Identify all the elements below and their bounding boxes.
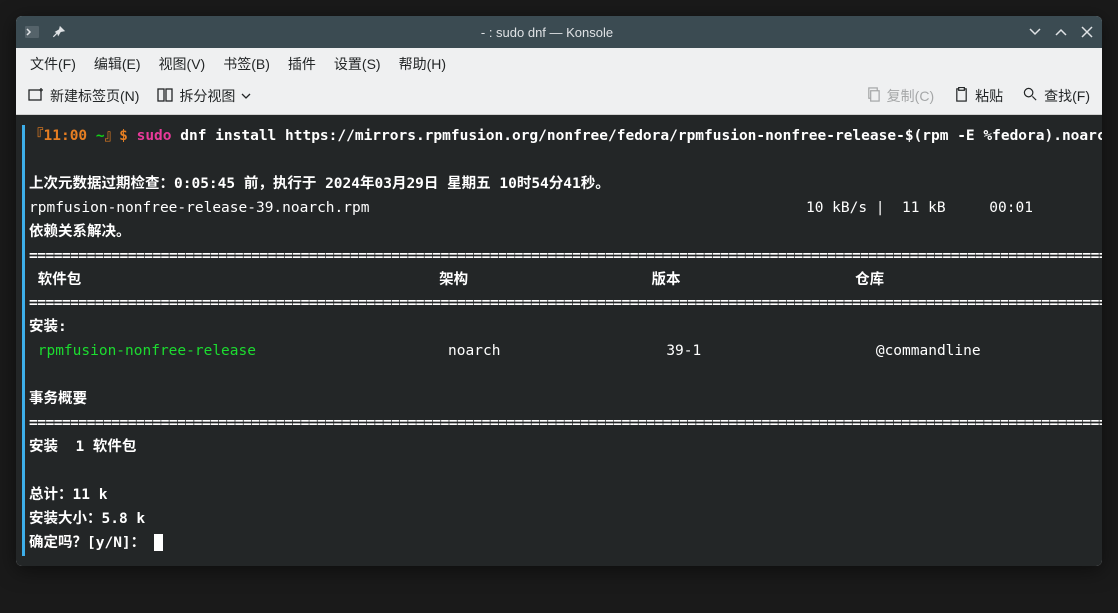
install-count: 安装 1 软件包 <box>29 439 136 455</box>
menu-bookmarks[interactable]: 书签(B) <box>223 54 270 74</box>
find-button[interactable]: 查找(F) <box>1023 86 1090 106</box>
menubar: 文件(F) 编辑(E) 视图(V) 书签(B) 插件 设置(S) 帮助(H) <box>16 48 1102 80</box>
install-heading: 安装: <box>29 319 67 335</box>
copy-label: 复制(C) <box>887 86 934 106</box>
copy-button: 复制(C) <box>866 86 934 106</box>
split-view-icon <box>157 87 173 106</box>
hr-3: ========================================… <box>29 415 1102 431</box>
menu-file[interactable]: 文件(F) <box>30 54 76 74</box>
cmd-rest: dnf install https://mirrors.rpmfusion.or… <box>172 128 1102 144</box>
prompt-time: 『11:00 <box>29 128 96 144</box>
app-window: - : sudo dnf — Konsole 文件(F) 编辑(E) 视图(V)… <box>16 16 1102 566</box>
menu-plugins[interactable]: 插件 <box>288 54 316 74</box>
prompt-tail: 』$ <box>105 128 137 144</box>
split-view-button[interactable]: 拆分视图 <box>157 86 251 106</box>
menu-settings[interactable]: 设置(S) <box>334 54 381 74</box>
output-deps: 依赖关系解决。 <box>29 224 131 240</box>
pkg-row: rpmfusion-nonfree-release noarch 39-1 @c… <box>29 343 1102 359</box>
maximize-icon[interactable] <box>1054 25 1068 39</box>
minimize-icon[interactable] <box>1028 25 1042 39</box>
summary-heading: 事务概要 <box>29 391 87 407</box>
close-icon[interactable] <box>1080 25 1094 39</box>
window-title: - : sudo dnf — Konsole <box>66 25 1028 40</box>
copy-icon <box>866 87 881 105</box>
output-meta: 上次元数据过期检查：0:05:45 前，执行于 2024年03月29日 星期五 … <box>29 176 610 192</box>
terminal-app-icon <box>24 24 40 40</box>
output-rpm-line: rpmfusion-nonfree-release-39.noarch.rpm … <box>29 200 1033 216</box>
prompt-path: ~ <box>96 128 105 144</box>
toolbar: 新建标签页(N) 拆分视图 复制(C) 粘贴 查找(F) <box>16 80 1102 115</box>
menu-help[interactable]: 帮助(H) <box>399 54 446 74</box>
paste-icon <box>954 87 969 105</box>
find-label: 查找(F) <box>1044 86 1090 106</box>
new-tab-label: 新建标签页(N) <box>50 86 139 106</box>
split-view-label: 拆分视图 <box>179 86 235 106</box>
paste-label: 粘贴 <box>975 86 1003 106</box>
hr-1: ========================================… <box>29 248 1102 264</box>
search-icon <box>1023 87 1038 105</box>
menu-view[interactable]: 视图(V) <box>159 54 206 74</box>
titlebar: - : sudo dnf — Konsole <box>16 16 1102 48</box>
confirm-prompt[interactable]: 确定吗？[y/N]： <box>29 535 163 551</box>
cursor <box>154 534 163 551</box>
terminal-view[interactable]: 『11:00 ~』$ sudo dnf install https://mirr… <box>16 115 1102 566</box>
menu-edit[interactable]: 编辑(E) <box>94 54 141 74</box>
chevron-down-icon <box>241 88 251 104</box>
new-tab-icon <box>28 87 44 106</box>
paste-button[interactable]: 粘贴 <box>954 86 1003 106</box>
hr-2: ========================================… <box>29 295 1102 311</box>
install-size: 安装大小：5.8 k <box>29 511 145 527</box>
new-tab-button[interactable]: 新建标签页(N) <box>28 86 139 106</box>
table-header: 软件包 架构 版本 仓库 大小 <box>29 272 1102 288</box>
total-size: 总计：11 k <box>29 487 107 503</box>
pin-icon[interactable] <box>52 25 66 39</box>
cmd-sudo: sudo <box>137 128 172 144</box>
